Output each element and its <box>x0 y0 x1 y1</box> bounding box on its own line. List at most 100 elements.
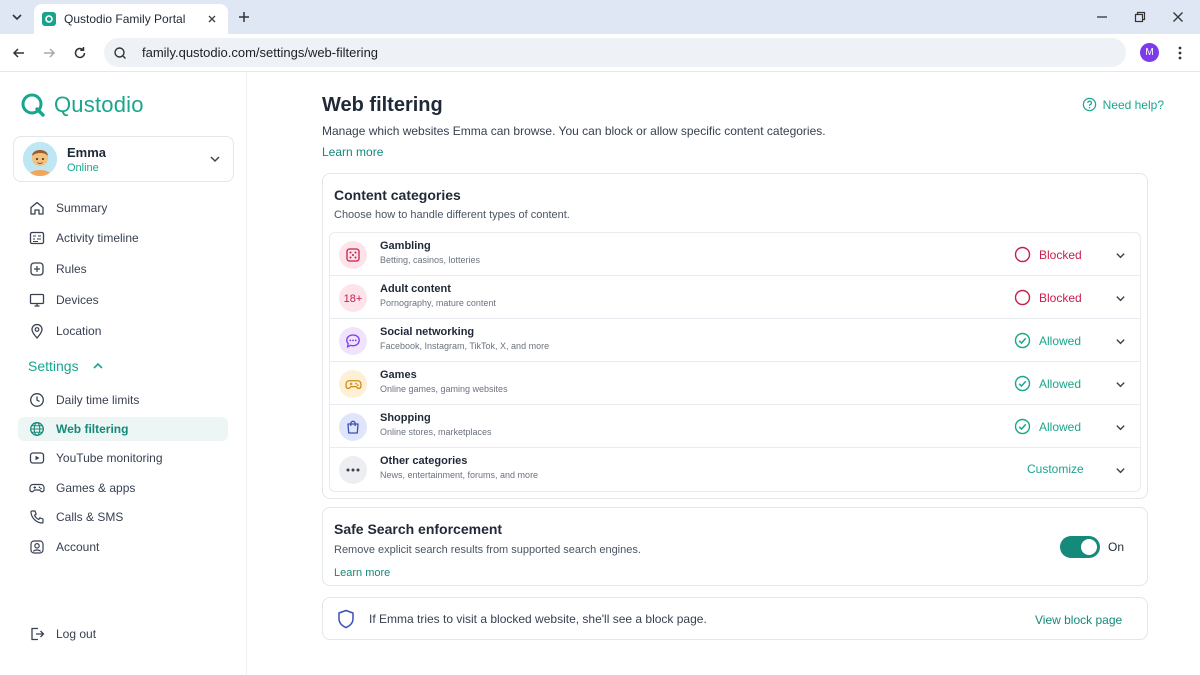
qustodio-logo-icon <box>21 93 45 117</box>
chevron-up-icon <box>91 359 105 373</box>
logout-icon <box>28 625 46 643</box>
monitor-icon <box>28 291 46 309</box>
clock-icon <box>28 391 46 409</box>
child-status: Online <box>67 161 99 174</box>
category-row-shopping[interactable]: Shopping Online stores, marketplaces All… <box>330 405 1140 448</box>
nav-label: Account <box>56 540 100 554</box>
phone-icon <box>28 508 46 526</box>
nav-youtube-monitoring[interactable]: YouTube monitoring <box>18 446 228 470</box>
safe-search-title: Safe Search enforcement <box>334 521 503 537</box>
tab-title: Qustodio Family Portal <box>64 12 186 26</box>
chevron-down-icon[interactable] <box>1112 247 1128 263</box>
new-tab-icon[interactable] <box>234 7 254 27</box>
nav-label: Devices <box>56 293 99 307</box>
nav-activity-timeline[interactable]: Activity timeline <box>18 226 228 250</box>
sidebar: Qustodio Emma Online Summary Activity ti… <box>0 72 247 675</box>
child-avatar <box>23 142 57 176</box>
help-circle-icon <box>1082 97 1096 112</box>
page-description-text: Manage which websites Emma can browse. Y… <box>322 124 826 138</box>
block-notice-text: If Emma tries to visit a blocked website… <box>369 612 707 626</box>
nav-summary[interactable]: Summary <box>18 196 228 220</box>
qustodio-logo[interactable]: Qustodio <box>20 92 144 118</box>
nav-account[interactable]: Account <box>18 535 228 559</box>
blocked-circle-icon <box>1014 246 1031 263</box>
location-pin-icon <box>28 322 46 340</box>
site-info-icon[interactable] <box>112 45 128 61</box>
tab-search-dropdown-icon[interactable] <box>6 6 28 28</box>
nav-devices[interactable]: Devices <box>18 288 228 312</box>
view-block-page-link[interactable]: View block page <box>1035 613 1122 627</box>
category-row-social-networking[interactable]: Social networking Facebook, Instagram, T… <box>330 319 1140 362</box>
block-page-notice: If Emma tries to visit a blocked website… <box>322 597 1148 640</box>
browser-profile-avatar[interactable]: M <box>1140 43 1159 62</box>
need-help-link[interactable]: Need help? <box>1082 97 1164 112</box>
safe-search-card: Safe Search enforcement Remove explicit … <box>322 507 1148 586</box>
category-status[interactable]: Blocked <box>1014 289 1082 306</box>
nav-label: Activity timeline <box>56 231 139 245</box>
nav-label: Rules <box>56 262 87 276</box>
chevron-down-icon[interactable] <box>1112 333 1128 349</box>
browser-menu-icon[interactable] <box>1171 43 1189 63</box>
chat-bubble-icon <box>339 327 367 355</box>
category-status[interactable]: Blocked <box>1014 246 1082 263</box>
nav-calls-sms[interactable]: Calls & SMS <box>18 505 228 529</box>
settings-heading: Settings <box>28 358 79 374</box>
settings-section-toggle[interactable]: Settings <box>28 358 105 374</box>
logout-button[interactable]: Log out <box>18 622 228 646</box>
browser-tab[interactable]: Qustodio Family Portal <box>34 4 228 34</box>
status-text: Blocked <box>1039 247 1082 262</box>
category-name: Social networking <box>380 326 475 338</box>
chevron-down-icon[interactable] <box>1112 376 1128 392</box>
category-status[interactable]: Allowed <box>1014 332 1081 349</box>
forward-arrow-icon[interactable] <box>38 42 60 64</box>
reload-icon[interactable] <box>69 42 91 64</box>
more-dots-icon <box>339 456 367 484</box>
window-close-icon[interactable] <box>1167 6 1189 28</box>
learn-more-link[interactable]: Learn more <box>322 145 383 159</box>
customize-button[interactable]: Customize <box>1027 462 1084 476</box>
nav-label: Games & apps <box>56 481 136 495</box>
nav-label: Daily time limits <box>56 393 140 407</box>
chevron-down-icon[interactable] <box>1112 462 1128 478</box>
nav-web-filtering[interactable]: Web filtering <box>18 417 228 441</box>
chevron-down-icon[interactable] <box>203 147 227 171</box>
status-text: Blocked <box>1039 290 1082 305</box>
nav-label: YouTube monitoring <box>56 451 163 465</box>
nav-games-apps[interactable]: Games & apps <box>18 476 228 500</box>
safe-search-learn-more-link[interactable]: Learn more <box>334 567 390 579</box>
gamepad-icon <box>339 370 367 398</box>
globe-icon <box>28 420 46 438</box>
restore-icon[interactable] <box>1129 6 1151 28</box>
nav-daily-time-limits[interactable]: Daily time limits <box>18 388 228 412</box>
need-help-label: Need help? <box>1102 97 1164 112</box>
child-profile-selector[interactable]: Emma Online <box>13 136 234 182</box>
minimize-icon[interactable] <box>1091 6 1113 28</box>
nav-location[interactable]: Location <box>18 319 228 343</box>
page-description: Manage which websites Emma can browse. Y… <box>322 124 826 159</box>
category-row-adult-content[interactable]: 18+ Adult content Pornography, mature co… <box>330 276 1140 319</box>
back-arrow-icon[interactable] <box>8 42 30 64</box>
nav-rules[interactable]: Rules <box>18 257 228 281</box>
category-row-gambling[interactable]: Gambling Betting, casinos, lotteries Blo… <box>330 233 1140 276</box>
status-text: Allowed <box>1039 376 1082 391</box>
safe-search-toggle[interactable] <box>1060 536 1100 558</box>
tab-close-icon[interactable] <box>204 11 220 27</box>
chevron-down-icon[interactable] <box>1112 290 1128 306</box>
browser-toolbar: family.qustodio.com/settings/web-filteri… <box>0 34 1200 72</box>
category-row-other[interactable]: Other categories News, entertainment, fo… <box>330 448 1140 491</box>
category-name: Adult content <box>380 283 451 295</box>
browser-tab-bar: Qustodio Family Portal <box>0 0 1200 34</box>
shield-icon <box>337 609 355 634</box>
category-status[interactable]: Allowed <box>1014 375 1081 392</box>
check-circle-icon <box>1014 418 1031 435</box>
address-bar[interactable]: family.qustodio.com/settings/web-filteri… <box>104 38 1126 67</box>
toggle-state-label: On <box>1108 540 1125 554</box>
category-status[interactable]: Allowed <box>1014 418 1081 435</box>
content-categories-card: Content categories Choose how to handle … <box>322 173 1148 499</box>
category-desc: Betting, casinos, lotteries <box>380 255 481 265</box>
svg-text:18+: 18+ <box>344 293 363 305</box>
shopping-bag-icon <box>339 413 367 441</box>
chevron-down-icon[interactable] <box>1112 419 1128 435</box>
url-text[interactable]: family.qustodio.com/settings/web-filteri… <box>142 45 378 60</box>
category-row-games[interactable]: Games Online games, gaming websites Allo… <box>330 362 1140 405</box>
